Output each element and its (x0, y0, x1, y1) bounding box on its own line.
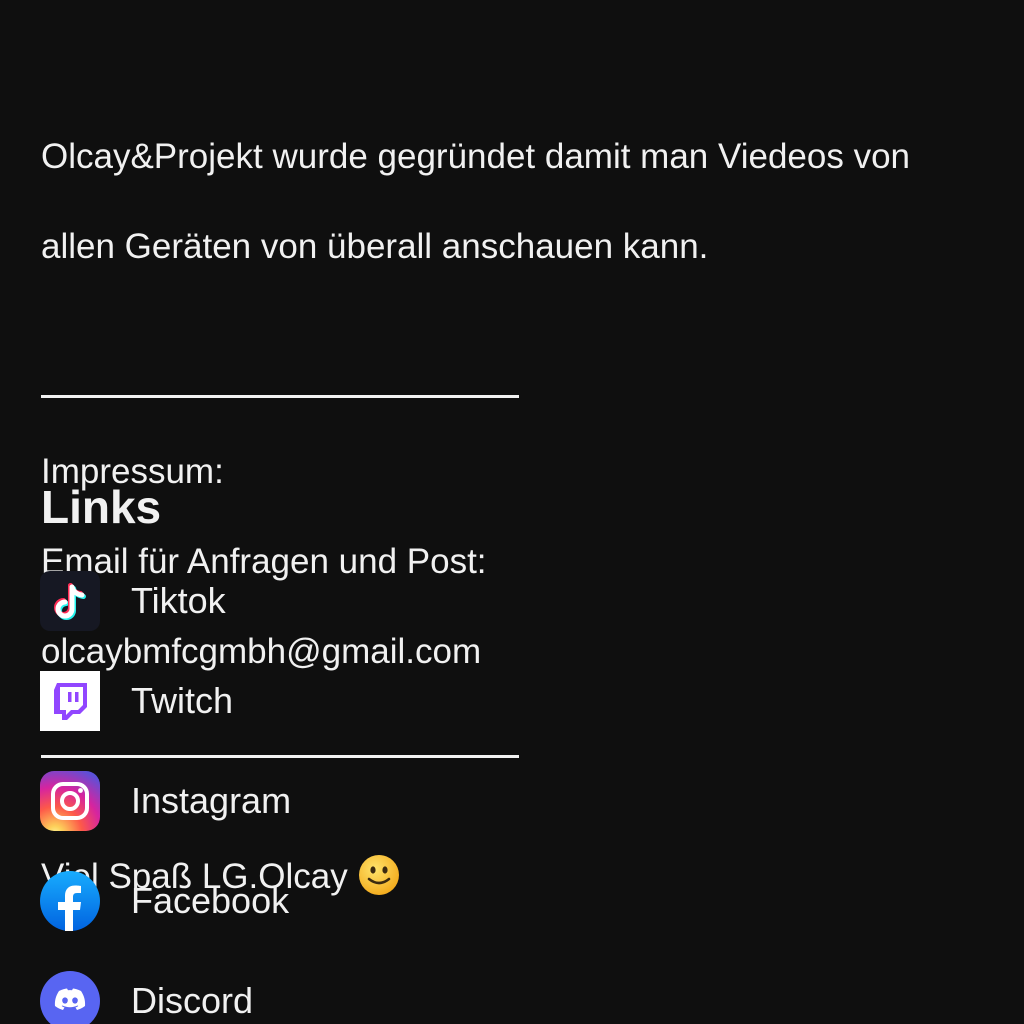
twitch-icon (40, 671, 100, 731)
link-label: Instagram (131, 780, 292, 821)
channel-description: Olcay&Projekt wurde gegründet damit man … (41, 89, 1001, 314)
description-line: allen Geräten von überall anschauen kann… (41, 227, 709, 266)
link-label: Tiktok (131, 580, 226, 621)
divider-line (41, 395, 519, 398)
links-heading: Links (41, 481, 162, 533)
link-item-instagram[interactable]: Instagram (40, 771, 980, 831)
instagram-icon (40, 771, 100, 831)
tiktok-icon (40, 571, 100, 631)
description-line: Olcay&Projekt wurde gegründet damit man … (41, 137, 911, 176)
impressum-label: Impressum: (41, 452, 224, 491)
link-item-twitch[interactable]: Twitch (40, 671, 980, 731)
link-item-discord[interactable]: Discord (40, 971, 980, 1024)
link-item-tiktok[interactable]: Tiktok (40, 571, 980, 631)
link-label: Twitch (131, 680, 234, 721)
links-list: Tiktok Twitch Instagram Facebook Discord (40, 571, 980, 1024)
link-label: Discord (131, 980, 254, 1021)
link-item-facebook[interactable]: Facebook (40, 871, 980, 931)
facebook-icon (40, 871, 100, 931)
discord-icon (40, 971, 100, 1024)
channel-about-page: Olcay&Projekt wurde gegründet damit man … (0, 0, 1024, 1024)
link-label: Facebook (131, 880, 290, 921)
